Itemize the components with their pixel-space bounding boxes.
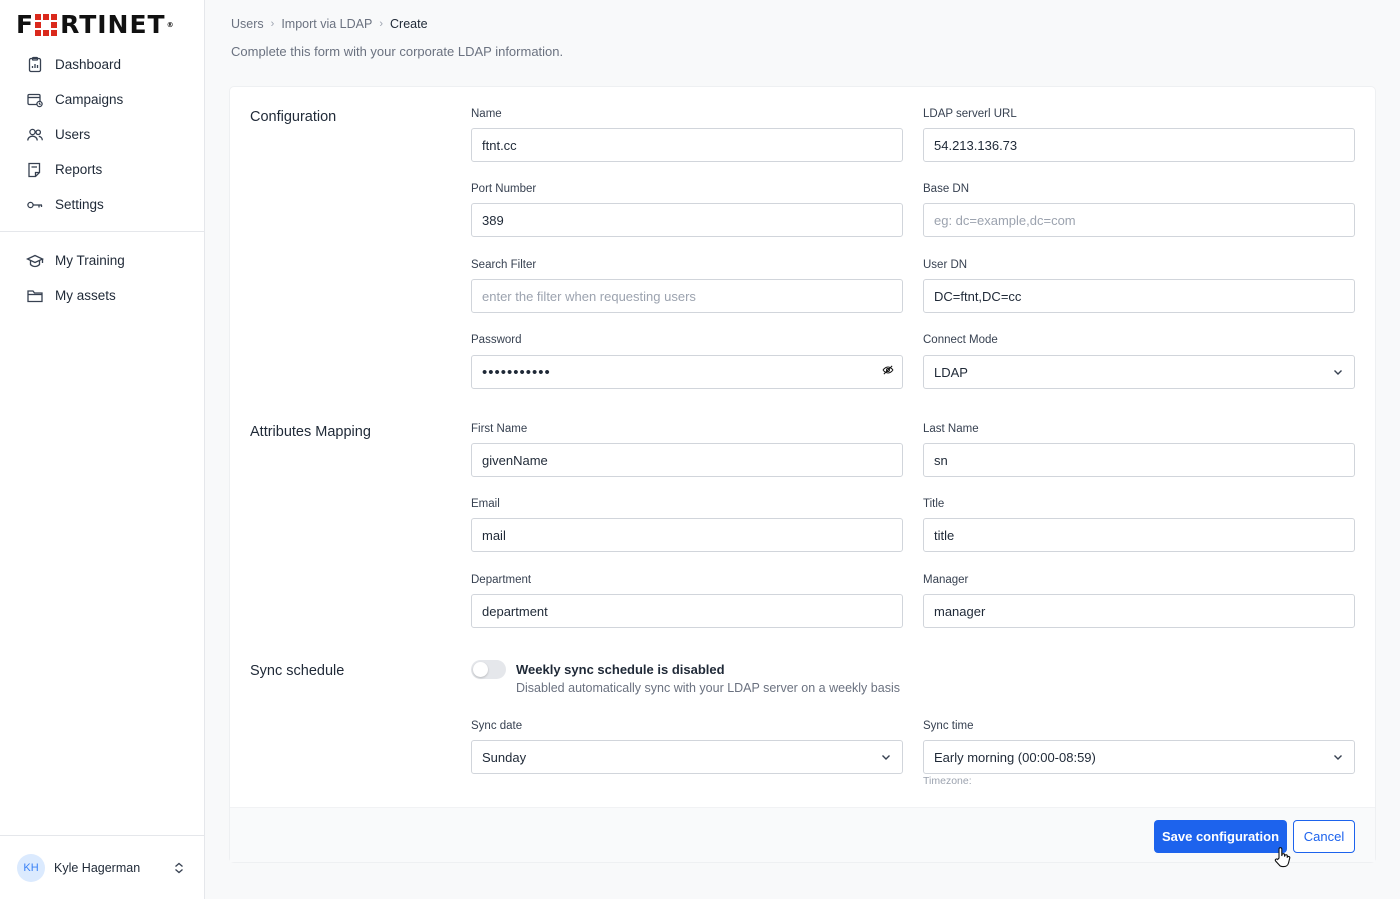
- sidebar-item-reports[interactable]: Reports: [0, 152, 204, 187]
- password-value: •••••••••••: [482, 363, 551, 381]
- chevron-right-icon: ›: [270, 18, 275, 30]
- folder-icon: [27, 289, 43, 302]
- sidebar-nav: Dashboard Campaigns Users Reports Settin…: [0, 47, 204, 222]
- sidebar-item-label: Campaigns: [55, 92, 124, 107]
- eye-off-icon[interactable]: [882, 364, 894, 376]
- sidebar-item-label: Dashboard: [55, 57, 122, 72]
- sidebar-item-label: Settings: [55, 197, 104, 212]
- graduation-cap-icon: [26, 254, 44, 267]
- page-subtitle: Complete this form with your corporate L…: [231, 44, 564, 59]
- name-label: Name: [471, 108, 502, 120]
- sync-time-value: Early morning (00:00-08:59): [934, 749, 1096, 765]
- user-name: Kyle Hagerman: [54, 860, 141, 875]
- manager-input[interactable]: [923, 594, 1355, 628]
- user-menu[interactable]: KH Kyle Hagerman: [0, 835, 204, 899]
- sync-toggle-title: Weekly sync schedule is disabled: [516, 662, 725, 677]
- chevron-up-down-icon[interactable]: [172, 861, 186, 875]
- timezone-label: Timezone:: [923, 775, 972, 787]
- save-configuration-button[interactable]: Save configuration: [1154, 820, 1287, 853]
- breadcrumb: Users › Import via LDAP › Create: [231, 17, 428, 31]
- last-name-input[interactable]: [923, 443, 1355, 477]
- clipboard-icon: [28, 56, 42, 72]
- campaign-icon: [27, 93, 43, 107]
- connect-mode-value: LDAP: [934, 364, 968, 380]
- user-dn-input[interactable]: [923, 279, 1355, 313]
- first-name-label: First Name: [471, 423, 528, 435]
- sidebar-item-label: My assets: [55, 288, 116, 303]
- users-icon: [27, 128, 43, 141]
- sync-toggle-description: Disabled automatically sync with your LD…: [516, 681, 900, 695]
- report-icon: [28, 162, 41, 177]
- sidebar-item-label: Reports: [55, 162, 103, 177]
- ldap-form-card: Configuration Name LDAP serverl URL Port…: [230, 87, 1375, 862]
- name-input[interactable]: [471, 128, 903, 162]
- cancel-button[interactable]: Cancel: [1293, 820, 1355, 853]
- chevron-down-icon: [1334, 370, 1342, 375]
- logo-text-left: F: [16, 10, 35, 39]
- sync-date-label: Sync date: [471, 720, 523, 732]
- sidebar-item-campaigns[interactable]: Campaigns: [0, 82, 204, 117]
- email-input[interactable]: [471, 518, 903, 552]
- logo-grid-icon: [35, 14, 58, 36]
- weekly-sync-toggle[interactable]: [471, 660, 506, 679]
- sidebar-item-settings[interactable]: Settings: [0, 187, 204, 222]
- chevron-down-icon: [882, 755, 890, 760]
- fortinet-logo[interactable]: F RTINET ®: [16, 10, 175, 39]
- title-label: Title: [923, 498, 945, 510]
- sidebar-item-users[interactable]: Users: [0, 117, 204, 152]
- key-icon: [27, 201, 43, 208]
- connect-mode-label: Connect Mode: [923, 334, 998, 346]
- sidebar: F RTINET ® Dashboard Campaigns Users Rep…: [0, 0, 205, 899]
- first-name-input[interactable]: [471, 443, 903, 477]
- nav-divider: [0, 231, 204, 232]
- department-label: Department: [471, 574, 532, 586]
- sidebar-item-my-assets[interactable]: My assets: [0, 278, 204, 313]
- search-filter-label: Search Filter: [471, 259, 537, 271]
- password-label: Password: [471, 334, 522, 346]
- chevron-right-icon: ›: [379, 18, 384, 30]
- breadcrumb-import-ldap[interactable]: Import via LDAP: [281, 17, 372, 31]
- base-dn-label: Base DN: [923, 183, 970, 195]
- ldap-url-input[interactable]: [923, 128, 1355, 162]
- section-configuration: Configuration: [250, 109, 337, 125]
- breadcrumb-current: Create: [390, 17, 428, 31]
- search-filter-input[interactable]: [471, 279, 903, 313]
- manager-label: Manager: [923, 574, 969, 586]
- base-dn-input[interactable]: [923, 203, 1355, 237]
- sidebar-nav-secondary: My Training My assets: [0, 243, 204, 313]
- user-dn-label: User DN: [923, 259, 968, 271]
- section-sync-schedule: Sync schedule: [250, 663, 345, 679]
- last-name-label: Last Name: [923, 423, 979, 435]
- sync-time-select[interactable]: Early morning (00:00-08:59): [923, 740, 1355, 774]
- port-label: Port Number: [471, 183, 537, 195]
- port-input[interactable]: [471, 203, 903, 237]
- connect-mode-select[interactable]: LDAP: [923, 355, 1355, 389]
- department-input[interactable]: [471, 594, 903, 628]
- breadcrumb-users[interactable]: Users: [231, 17, 264, 31]
- chevron-down-icon: [1334, 755, 1342, 760]
- email-label: Email: [471, 498, 500, 510]
- sidebar-item-label: Users: [55, 127, 91, 142]
- section-attributes-mapping: Attributes Mapping: [250, 424, 371, 440]
- title-input[interactable]: [923, 518, 1355, 552]
- ldap-url-label: LDAP serverl URL: [923, 108, 1017, 120]
- avatar: KH: [17, 853, 45, 882]
- sidebar-item-label: My Training: [55, 253, 125, 268]
- sync-date-select[interactable]: Sunday: [471, 740, 903, 774]
- sync-time-label: Sync time: [923, 720, 974, 732]
- logo-text-right: RTINET: [60, 10, 166, 39]
- sync-date-value: Sunday: [482, 749, 527, 765]
- sidebar-item-dashboard[interactable]: Dashboard: [0, 47, 204, 82]
- password-input[interactable]: •••••••••••: [471, 355, 903, 389]
- sidebar-item-my-training[interactable]: My Training: [0, 243, 204, 278]
- hand-pointer-icon: [1274, 847, 1291, 868]
